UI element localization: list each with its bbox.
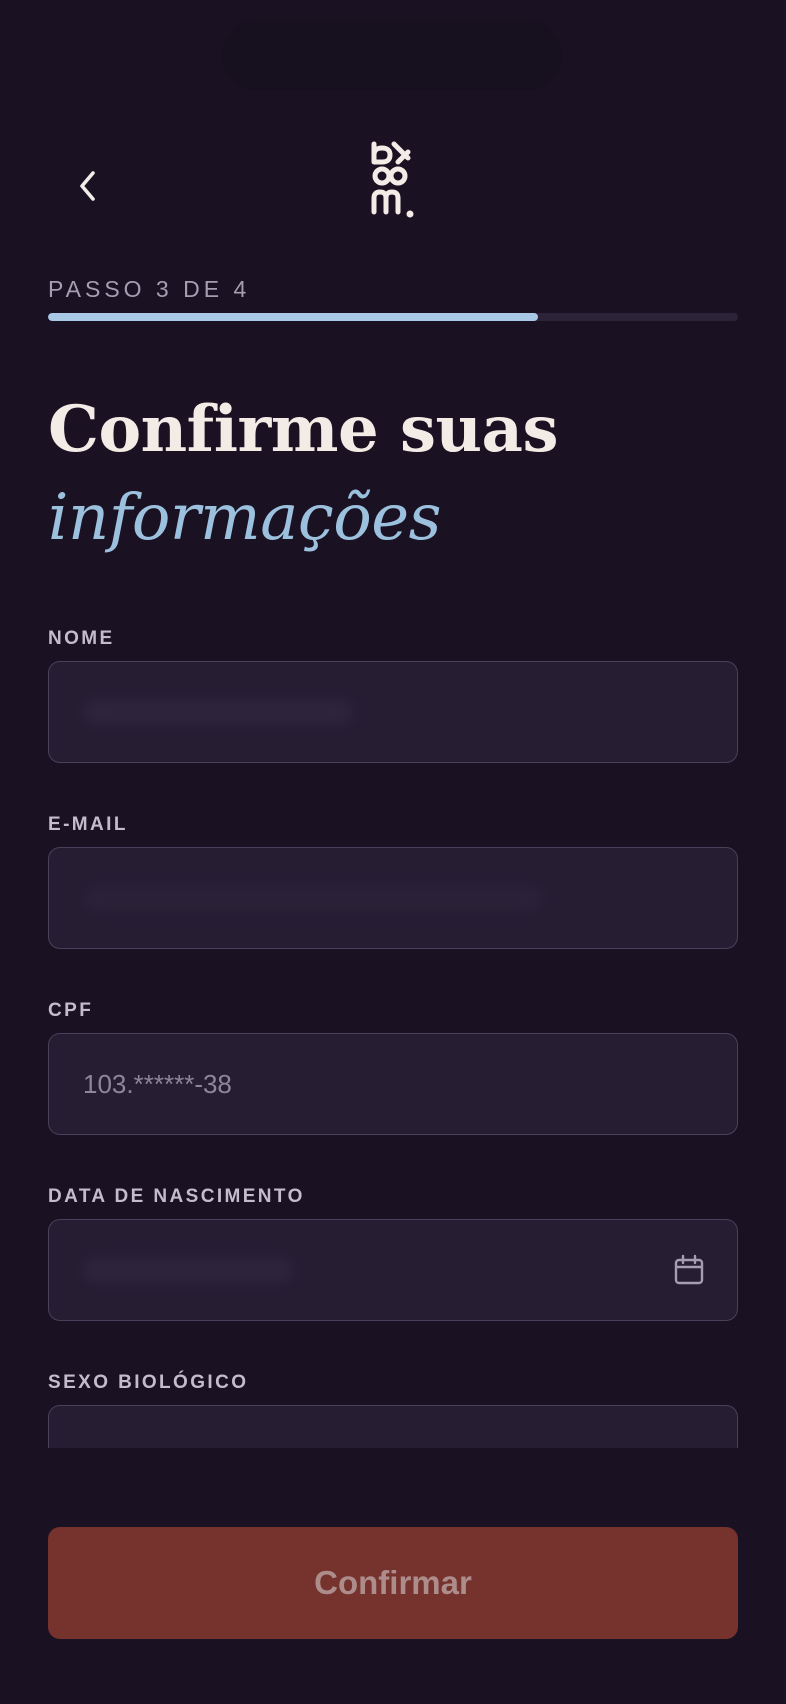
chevron-left-icon — [80, 171, 95, 201]
progress-fill — [48, 313, 538, 321]
page-title: Confirme suas informações — [48, 386, 738, 562]
title-line-2: informações — [48, 481, 441, 555]
bloom-logo — [371, 141, 414, 218]
back-button[interactable] — [58, 160, 118, 212]
cpf-value: 103.******-38 — [83, 1068, 232, 1099]
email-value-redacted — [83, 885, 543, 911]
screen: PASSO 3 DE 4 Confirme suas informações N… — [0, 0, 786, 1704]
cpf-field[interactable]: 103.******-38 — [48, 1033, 738, 1135]
email-field[interactable] — [48, 847, 738, 949]
email-label: E-MAIL — [48, 814, 128, 835]
sex-label: SEXO BIOLÓGICO — [48, 1372, 249, 1393]
birthdate-field[interactable] — [48, 1219, 738, 1321]
name-label: NOME — [48, 628, 115, 649]
name-value-redacted — [83, 699, 353, 725]
calendar-icon[interactable] — [673, 1254, 705, 1286]
birthdate-value-redacted — [83, 1257, 293, 1283]
cpf-label: CPF — [48, 1000, 94, 1021]
step-indicator: PASSO 3 DE 4 — [48, 276, 251, 302]
name-field[interactable] — [48, 661, 738, 763]
confirm-button[interactable]: Confirmar — [48, 1527, 738, 1639]
progress-bar — [48, 313, 738, 321]
birthdate-label: DATA DE NASCIMENTO — [48, 1186, 305, 1207]
dynamic-island — [222, 20, 562, 90]
title-line-1: Confirme suas — [48, 392, 559, 467]
